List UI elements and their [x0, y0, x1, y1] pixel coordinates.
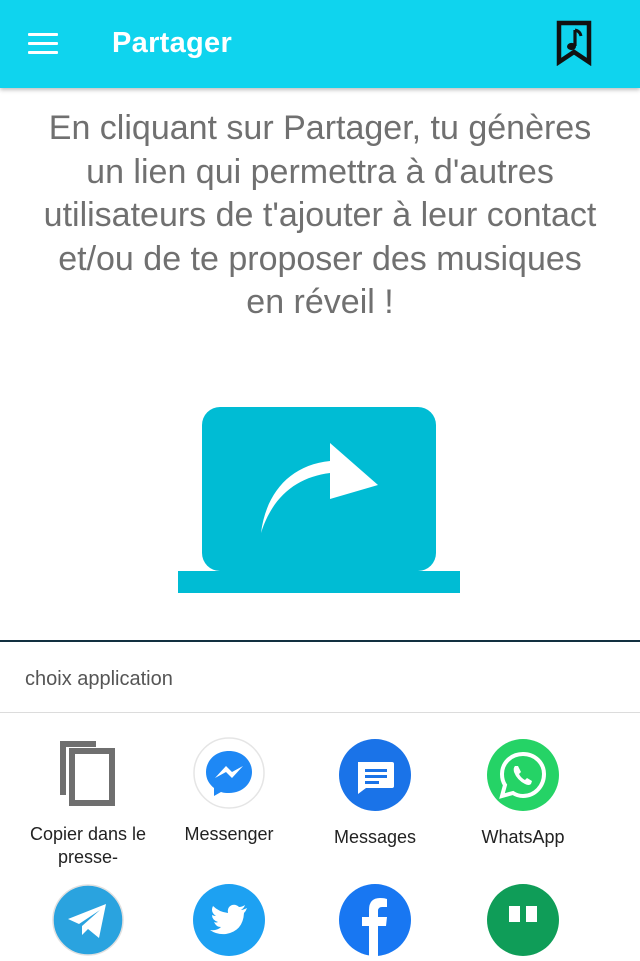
share-explanation-text: En cliquant sur Partager, tu génères un …	[43, 109, 597, 321]
music-bookmark-icon[interactable]	[556, 20, 592, 67]
messages-icon	[339, 739, 411, 811]
share-sheet: choix application Copier dans le presse-…	[0, 640, 640, 956]
share-sheet-header: choix application	[0, 642, 640, 713]
app-twitter[interactable]	[164, 884, 294, 956]
telegram-icon	[52, 884, 124, 956]
share-arrow-laptop-icon	[178, 405, 460, 595]
share-sheet-title: choix application	[25, 668, 173, 690]
app-copy-clipboard[interactable]: Copier dans le presse-	[23, 737, 153, 877]
app-bar: Partager	[0, 0, 640, 88]
app-label: Messages	[333, 827, 417, 847]
app-facebook[interactable]	[310, 884, 440, 956]
app-messages[interactable]: Messages	[310, 739, 440, 859]
app-label: Messenger	[184, 824, 274, 844]
twitter-icon	[193, 884, 265, 956]
messenger-icon	[193, 737, 265, 809]
app-label: WhatsApp	[481, 827, 565, 847]
hamburger-menu-icon[interactable]	[28, 33, 58, 55]
whatsapp-icon	[487, 739, 559, 811]
hangouts-icon	[487, 884, 559, 956]
app-messenger[interactable]: Messenger	[164, 737, 294, 857]
app-whatsapp[interactable]: WhatsApp	[458, 739, 588, 859]
app-telegram[interactable]	[23, 884, 153, 956]
copy-icon	[52, 737, 124, 809]
page-title: Partager	[112, 27, 233, 59]
app-hangouts[interactable]	[458, 884, 588, 956]
app-label: Copier dans le presse-	[29, 824, 147, 867]
facebook-icon	[339, 884, 411, 956]
